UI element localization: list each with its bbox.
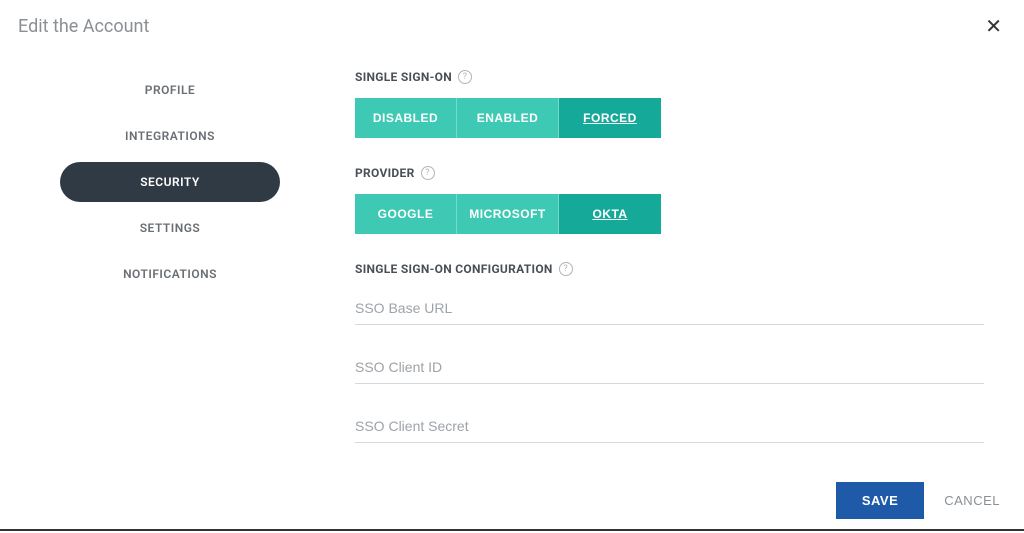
sidebar-item-profile[interactable]: PROFILE — [60, 70, 280, 110]
sso-base-url-input[interactable] — [355, 290, 984, 325]
sidebar-item-notifications[interactable]: NOTIFICATIONS — [60, 254, 280, 294]
sidebar-item-integrations[interactable]: INTEGRATIONS — [60, 116, 280, 156]
close-icon[interactable]: ✕ — [981, 12, 1006, 40]
sso-client-id-input[interactable] — [355, 349, 984, 384]
save-button[interactable]: SAVE — [836, 482, 924, 519]
sidebar-item-security[interactable]: SECURITY — [60, 162, 280, 202]
help-icon[interactable]: ? — [421, 166, 435, 180]
dialog-content: PROFILE INTEGRATIONS SECURITY SETTINGS N… — [0, 48, 1024, 467]
sso-label-text: SINGLE SIGN-ON — [355, 70, 452, 84]
sso-section-label: SINGLE SIGN-ON ? — [355, 70, 984, 84]
config-label-text: SINGLE SIGN-ON CONFIGURATION — [355, 262, 553, 276]
sidebar-item-label: SECURITY — [140, 175, 200, 189]
sidebar: PROFILE INTEGRATIONS SECURITY SETTINGS N… — [0, 58, 340, 467]
provider-option-okta[interactable]: OKTA — [559, 194, 661, 234]
sidebar-item-settings[interactable]: SETTINGS — [60, 208, 280, 248]
sso-option-disabled[interactable]: DISABLED — [355, 98, 457, 138]
sidebar-item-label: INTEGRATIONS — [125, 129, 215, 143]
sso-client-secret-input[interactable] — [355, 408, 984, 443]
provider-option-google[interactable]: GOOGLE — [355, 194, 457, 234]
help-icon[interactable]: ? — [458, 70, 472, 84]
sso-segmented: DISABLED ENABLED FORCED — [355, 98, 984, 138]
help-icon[interactable]: ? — [559, 262, 573, 276]
provider-label-text: PROVIDER — [355, 166, 415, 180]
main-panel: SINGLE SIGN-ON ? DISABLED ENABLED FORCED… — [340, 58, 1024, 467]
field-sso-base-url — [355, 290, 984, 325]
sso-option-forced[interactable]: FORCED — [559, 98, 661, 138]
sidebar-item-label: SETTINGS — [140, 221, 201, 235]
provider-segmented: GOOGLE MICROSOFT OKTA — [355, 194, 984, 234]
sidebar-item-label: NOTIFICATIONS — [123, 267, 217, 281]
provider-option-microsoft[interactable]: MICROSOFT — [457, 194, 559, 234]
sso-option-enabled[interactable]: ENABLED — [457, 98, 559, 138]
sidebar-item-label: PROFILE — [145, 83, 195, 97]
cancel-button[interactable]: CANCEL — [944, 493, 1000, 508]
bottom-divider — [0, 529, 1024, 531]
config-section-label: SINGLE SIGN-ON CONFIGURATION ? — [355, 262, 984, 276]
dialog-title: Edit the Account — [18, 16, 149, 37]
field-sso-client-id — [355, 349, 984, 384]
provider-section-label: PROVIDER ? — [355, 166, 984, 180]
dialog-header: Edit the Account ✕ — [0, 0, 1024, 48]
dialog-footer: SAVE CANCEL — [836, 482, 1000, 519]
field-sso-client-secret — [355, 408, 984, 443]
